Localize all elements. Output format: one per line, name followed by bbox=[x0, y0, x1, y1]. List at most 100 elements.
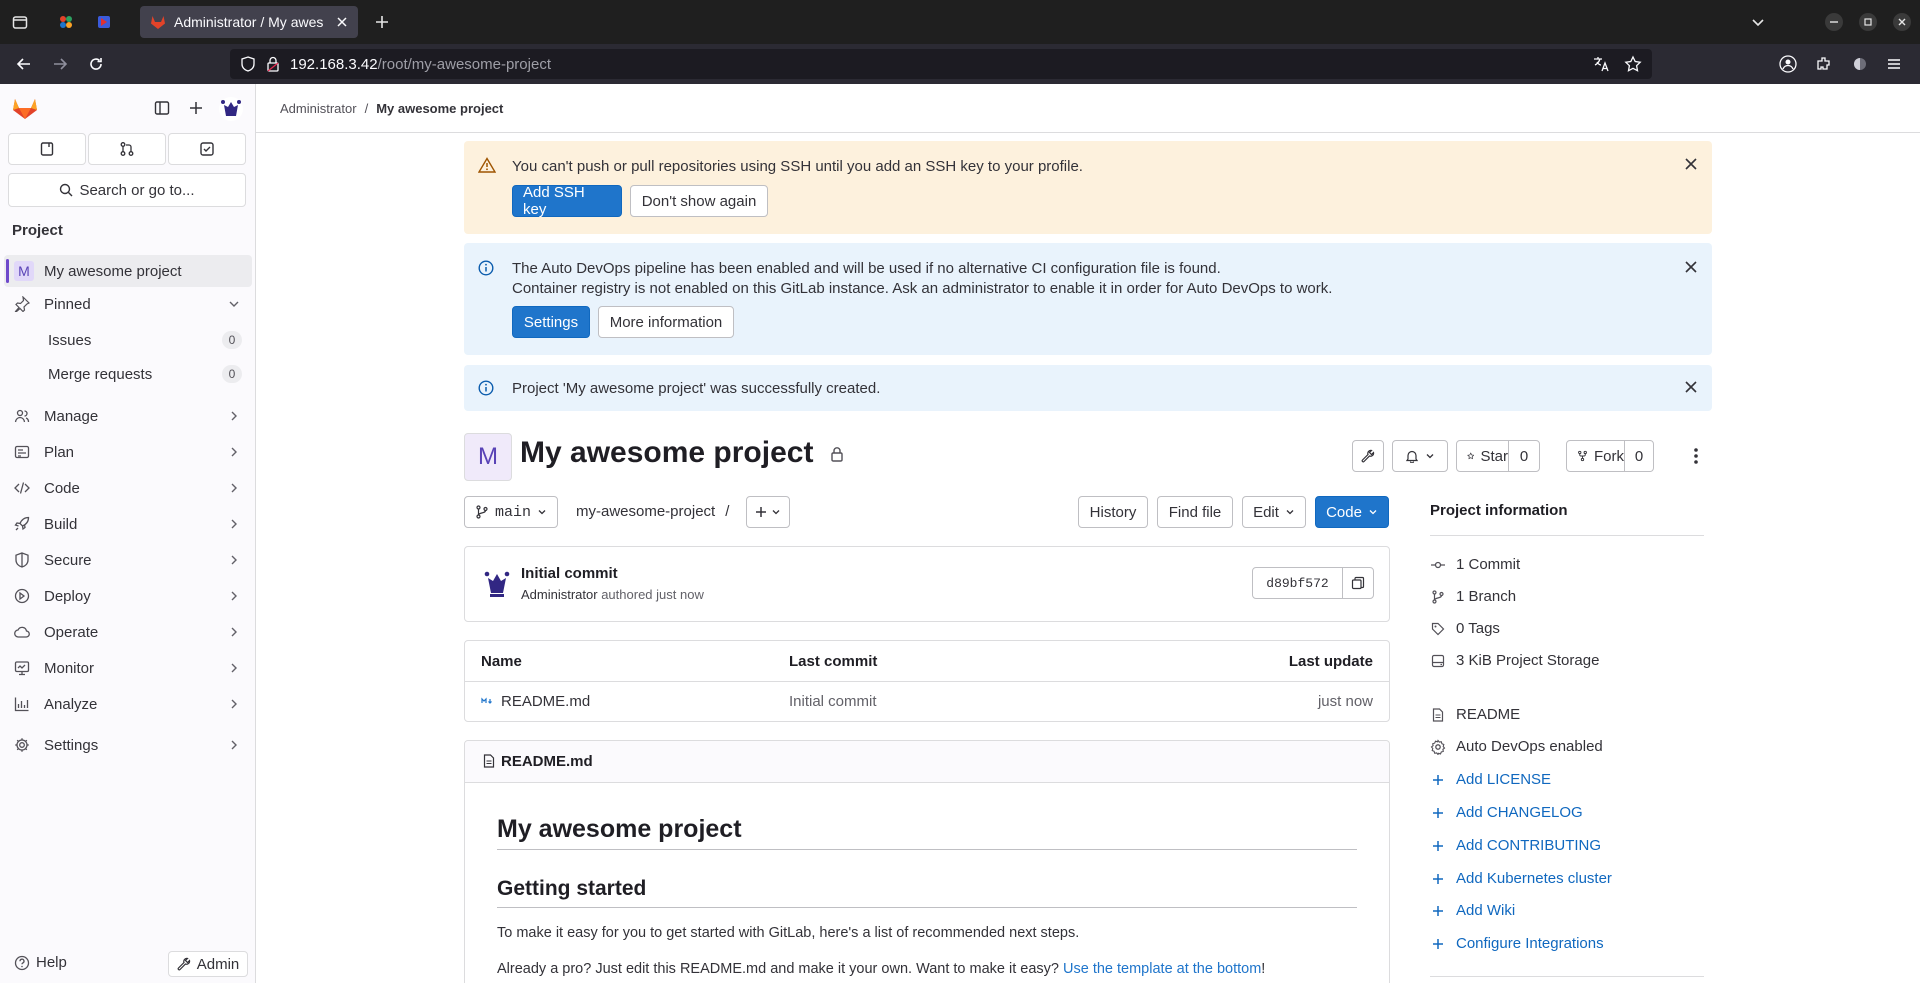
sidebar-item-analyze[interactable]: Analyze bbox=[4, 688, 252, 720]
dont-show-again-button[interactable]: Don't show again bbox=[630, 185, 768, 217]
lock-icon[interactable] bbox=[266, 56, 280, 72]
plus-icon bbox=[1430, 840, 1446, 852]
sidebar-item-issues[interactable]: Issues 0 bbox=[4, 324, 252, 356]
gitlab-logo-icon[interactable] bbox=[12, 96, 38, 120]
code-dropdown[interactable]: Code bbox=[1315, 496, 1389, 528]
active-tab[interactable]: Administrator / My awes bbox=[140, 6, 358, 38]
todo-list-button[interactable] bbox=[168, 133, 246, 165]
add-ssh-key-button[interactable]: Add SSH key bbox=[512, 184, 622, 218]
storage-stat[interactable]: 3 KiB Project Storage bbox=[1430, 652, 1599, 669]
search-button[interactable]: Search or go to... bbox=[8, 173, 246, 207]
merge-requests-button[interactable] bbox=[88, 133, 166, 165]
repo-path-root[interactable]: my-awesome-project bbox=[576, 503, 715, 520]
browser-toolbar: 192.168.3.42/root/my-awesome-project bbox=[0, 44, 1920, 84]
sidebar-item-build[interactable]: Build bbox=[4, 508, 252, 540]
readme-link[interactable]: README bbox=[1430, 706, 1520, 723]
sidebar-item-plan[interactable]: Plan bbox=[4, 436, 252, 468]
more-actions-icon[interactable] bbox=[1688, 446, 1704, 466]
reload-icon[interactable] bbox=[82, 50, 110, 78]
close-icon[interactable] bbox=[1684, 157, 1698, 171]
commit-author[interactable]: Administrator bbox=[521, 587, 598, 602]
notifications-dropdown[interactable] bbox=[1392, 440, 1448, 472]
settings-button[interactable]: Settings bbox=[512, 306, 590, 338]
bookmark-star-icon[interactable] bbox=[1624, 55, 1642, 73]
star-count[interactable]: 0 bbox=[1509, 448, 1539, 465]
sidebar-item-code[interactable]: Code bbox=[4, 472, 252, 504]
template-link[interactable]: Use the template at the bottom bbox=[1063, 961, 1261, 977]
new-tab-icon[interactable] bbox=[368, 8, 396, 36]
chevron-right-icon bbox=[228, 698, 240, 710]
commits-stat[interactable]: 1 Commit bbox=[1430, 556, 1520, 573]
sidebar-item-deploy[interactable]: Deploy bbox=[4, 580, 252, 612]
close-icon[interactable] bbox=[1684, 380, 1698, 394]
sidebar-item-project[interactable]: M My awesome project bbox=[4, 255, 252, 287]
sidebar-item-merge-requests[interactable]: Merge requests 0 bbox=[4, 358, 252, 390]
add-contributing-link[interactable]: Add CONTRIBUTING bbox=[1430, 837, 1601, 854]
warning-icon bbox=[478, 157, 496, 173]
add-license-link[interactable]: Add LICENSE bbox=[1430, 771, 1551, 788]
branches-stat[interactable]: 1 Branch bbox=[1430, 588, 1516, 605]
help-button[interactable]: Help bbox=[14, 954, 67, 971]
planning-icon bbox=[14, 444, 34, 460]
assigned-issues-button[interactable] bbox=[8, 133, 86, 165]
restore-icon[interactable] bbox=[1854, 8, 1882, 36]
admin-button[interactable]: Admin bbox=[168, 951, 248, 977]
project-settings-button[interactable] bbox=[1352, 440, 1384, 472]
readme-file-name[interactable]: README.md bbox=[501, 753, 593, 770]
close-tab-icon[interactable] bbox=[336, 16, 348, 28]
chevron-right-icon bbox=[228, 446, 240, 458]
forward-icon[interactable] bbox=[46, 50, 74, 78]
close-window-icon[interactable] bbox=[1888, 8, 1916, 36]
sidebar-item-operate[interactable]: Operate bbox=[4, 616, 252, 648]
commit-sha[interactable]: d89bf572 bbox=[1253, 568, 1343, 598]
toggle-sidebar-icon[interactable] bbox=[154, 100, 170, 116]
fork-button[interactable]: Fork 0 bbox=[1566, 440, 1654, 472]
table-row[interactable]: README.md Initial commit just now bbox=[465, 682, 1389, 722]
author-avatar[interactable] bbox=[481, 567, 513, 599]
pinned-tab-app-icon[interactable] bbox=[52, 8, 80, 36]
history-button[interactable]: History bbox=[1078, 496, 1148, 528]
tab-list-icon[interactable] bbox=[6, 8, 34, 36]
extensions-icon[interactable] bbox=[1810, 50, 1838, 78]
tags-stat[interactable]: 0 Tags bbox=[1430, 620, 1500, 637]
auto-devops-link[interactable]: Auto DevOps enabled bbox=[1430, 738, 1603, 755]
commit-sha-group: d89bf572 bbox=[1252, 567, 1374, 599]
close-icon[interactable] bbox=[1684, 260, 1698, 274]
file-last-commit[interactable]: Initial commit bbox=[789, 693, 877, 710]
copy-sha-button[interactable] bbox=[1343, 568, 1373, 598]
edit-dropdown[interactable]: Edit bbox=[1242, 496, 1306, 528]
readme-h1: My awesome project bbox=[497, 815, 742, 843]
configure-integrations-link[interactable]: Configure Integrations bbox=[1430, 935, 1604, 952]
add-changelog-link[interactable]: Add CHANGELOG bbox=[1430, 804, 1583, 821]
file-name[interactable]: README.md bbox=[501, 693, 590, 710]
shield-tracking-icon[interactable] bbox=[240, 56, 256, 72]
extension-dark-icon[interactable] bbox=[1846, 50, 1874, 78]
breadcrumb-parent[interactable]: Administrator bbox=[280, 101, 357, 116]
pinned-tab-tool-icon[interactable] bbox=[90, 8, 118, 36]
sidebar-item-secure[interactable]: Secure bbox=[4, 544, 252, 576]
minimize-icon[interactable] bbox=[1820, 8, 1848, 36]
list-all-tabs-icon[interactable] bbox=[1744, 8, 1772, 36]
user-avatar[interactable] bbox=[218, 96, 244, 122]
commit-title[interactable]: Initial commit bbox=[521, 565, 618, 582]
create-new-icon[interactable] bbox=[188, 100, 204, 116]
add-to-tree-dropdown[interactable] bbox=[746, 496, 790, 528]
sidebar-item-pinned[interactable]: Pinned bbox=[4, 288, 252, 320]
star-button[interactable]: Star 0 bbox=[1456, 440, 1540, 472]
branch-dropdown[interactable]: main bbox=[464, 496, 558, 528]
back-icon[interactable] bbox=[10, 50, 38, 78]
find-file-button[interactable]: Find file bbox=[1157, 496, 1233, 528]
fork-count[interactable]: 0 bbox=[1625, 448, 1653, 465]
add-kubernetes-link[interactable]: Add Kubernetes cluster bbox=[1430, 870, 1612, 887]
add-wiki-link[interactable]: Add Wiki bbox=[1430, 902, 1515, 919]
sidebar-item-settings[interactable]: Settings bbox=[4, 729, 252, 761]
sidebar-item-manage[interactable]: Manage bbox=[4, 400, 252, 432]
app-menu-icon[interactable] bbox=[1880, 50, 1908, 78]
translate-icon[interactable] bbox=[1592, 55, 1610, 73]
chevron-right-icon bbox=[228, 662, 240, 674]
account-icon[interactable] bbox=[1774, 50, 1802, 78]
breadcrumb-current[interactable]: My awesome project bbox=[376, 101, 503, 116]
address-bar[interactable]: 192.168.3.42/root/my-awesome-project bbox=[230, 49, 1652, 79]
more-information-button[interactable]: More information bbox=[598, 306, 734, 338]
sidebar-item-monitor[interactable]: Monitor bbox=[4, 652, 252, 684]
